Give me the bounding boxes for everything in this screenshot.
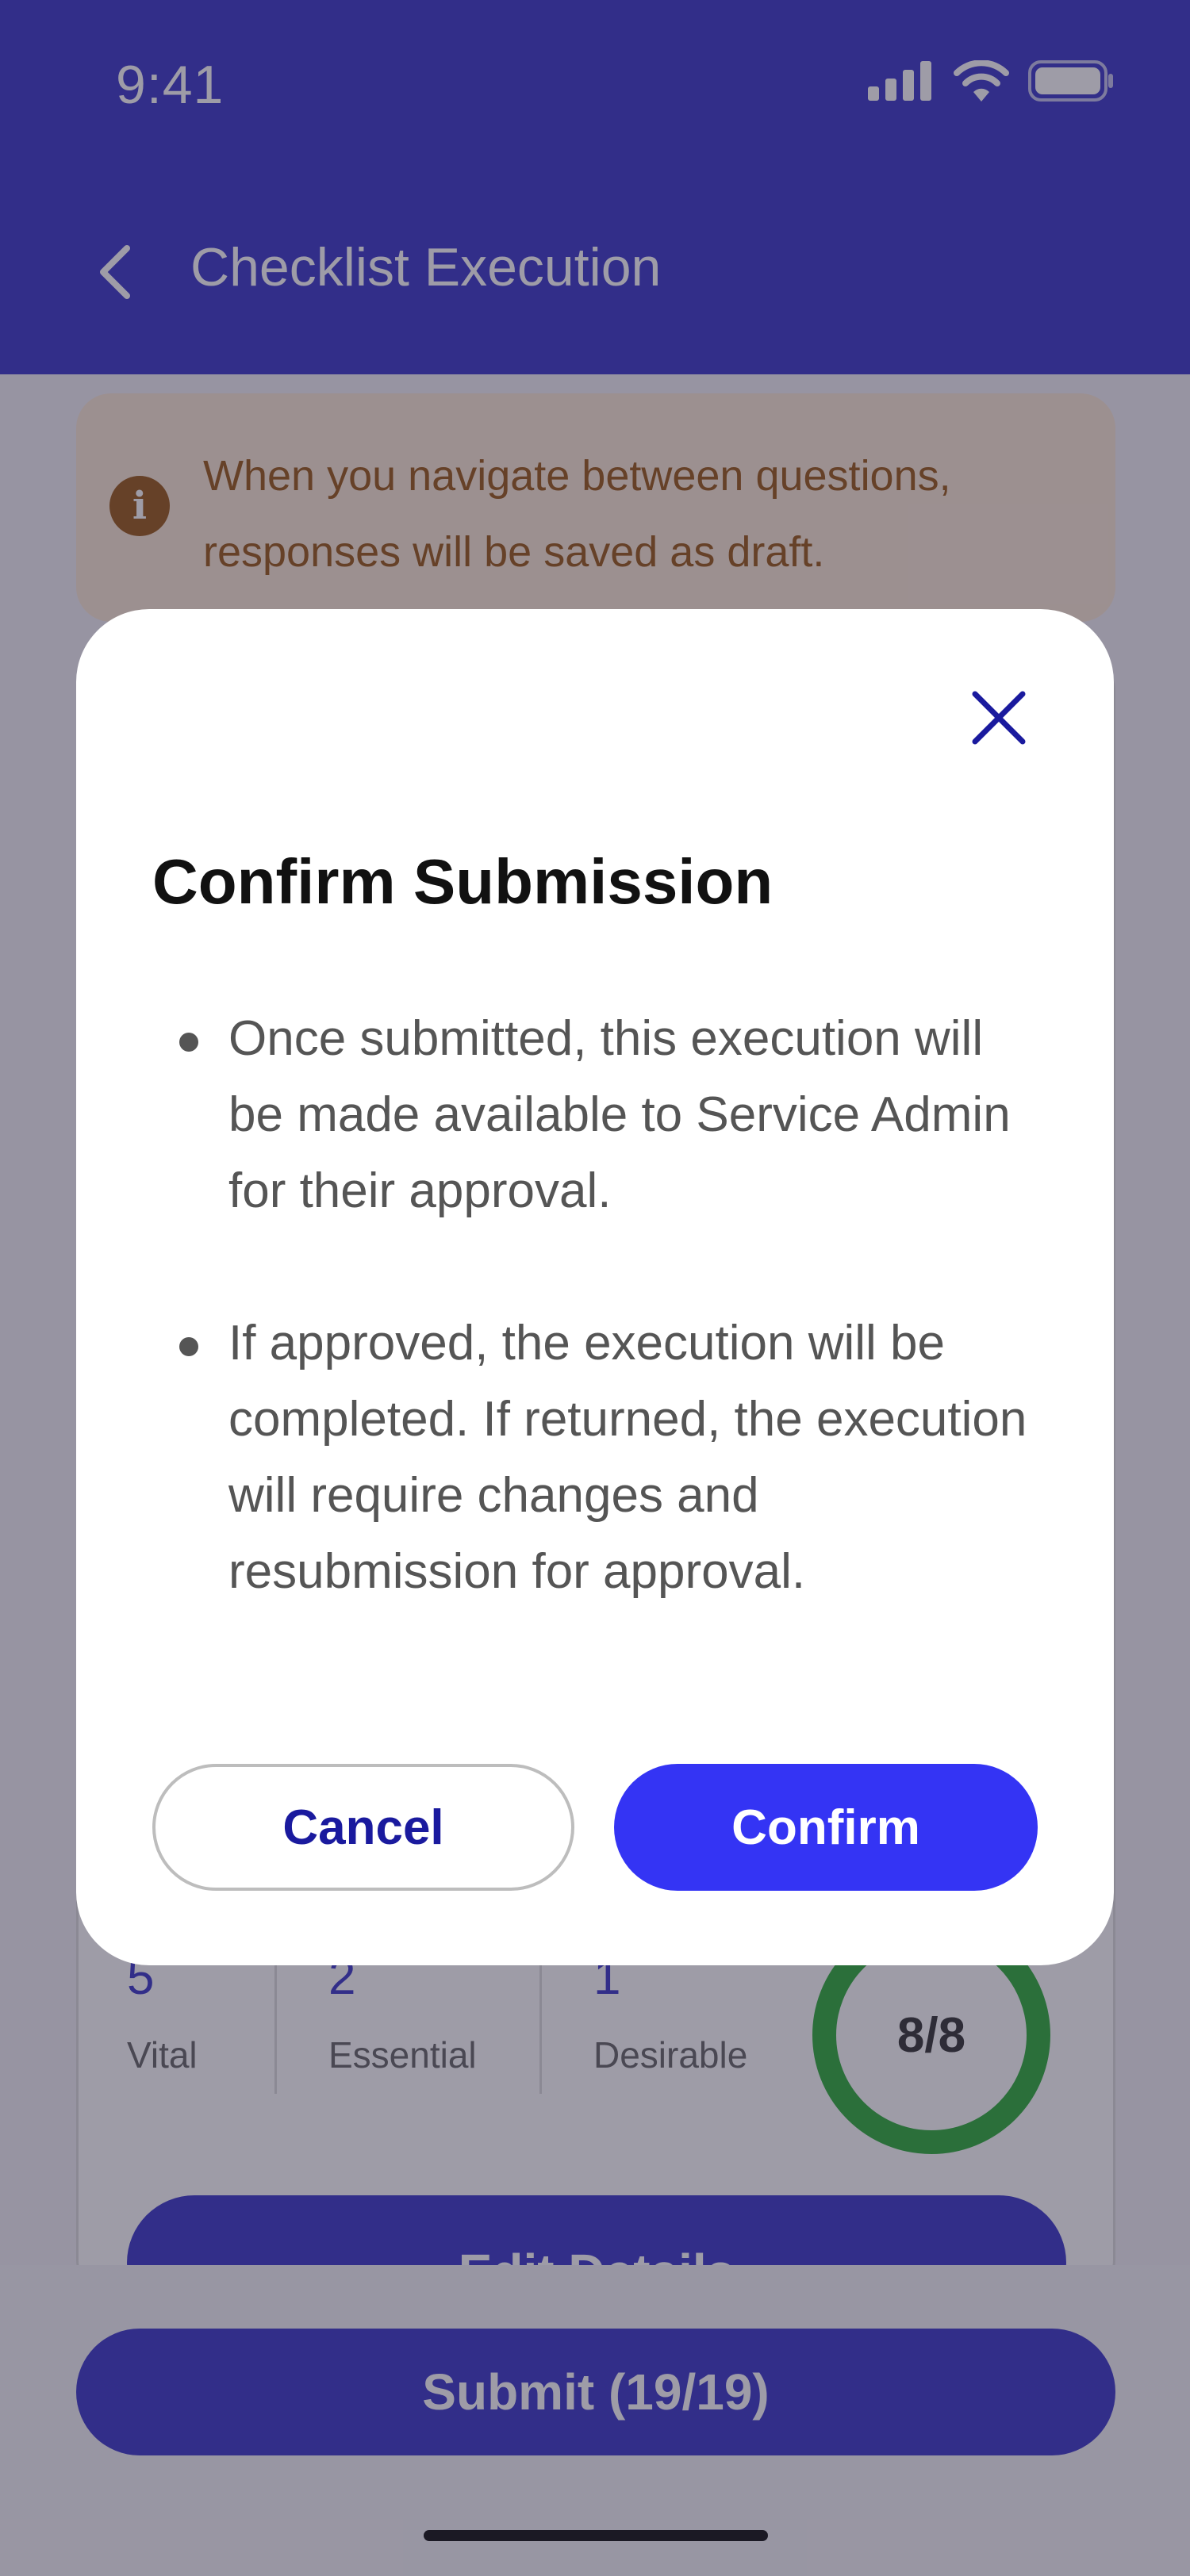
close-icon	[972, 691, 1026, 745]
cancel-button[interactable]: Cancel	[152, 1764, 574, 1891]
confirm-label: Confirm	[731, 1800, 920, 1855]
modal-bullet-list: Once submitted, this execution will be m…	[176, 1001, 1033, 1686]
cancel-label: Cancel	[282, 1800, 444, 1855]
list-item: If approved, the execution will be compl…	[176, 1305, 1033, 1610]
modal-title: Confirm Submission	[152, 846, 774, 917]
confirm-button[interactable]: Confirm	[614, 1764, 1038, 1891]
close-button[interactable]	[965, 684, 1033, 752]
list-item: Once submitted, this execution will be m…	[176, 1001, 1033, 1229]
